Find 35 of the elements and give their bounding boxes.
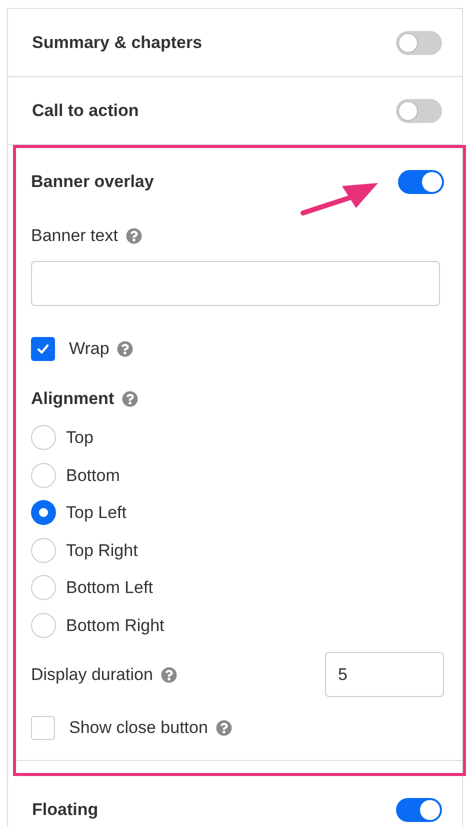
section-title: Banner overlay — [31, 171, 154, 194]
toggle-switch[interactable] — [396, 30, 442, 54]
group-title: Alignment — [31, 388, 114, 410]
checkbox[interactable] — [31, 716, 55, 740]
help-icon[interactable] — [160, 666, 177, 682]
radio-label: Bottom — [66, 464, 120, 486]
duration-field[interactable]: 5 — [325, 652, 444, 697]
radio-button[interactable] — [31, 575, 56, 600]
help-icon[interactable] — [126, 228, 142, 244]
help-icon[interactable] — [122, 391, 138, 407]
radio-button[interactable] — [31, 425, 56, 450]
radio-button[interactable] — [31, 462, 56, 488]
toggle-switch[interactable] — [398, 170, 444, 194]
help-icon[interactable] — [216, 720, 232, 736]
section-title: Floating — [32, 798, 98, 821]
check-icon — [36, 342, 50, 356]
checkbox-label: Show close button — [69, 717, 208, 740]
field-label: Banner text — [31, 225, 118, 248]
section-title: Summary & chapters — [32, 32, 202, 54]
help-icon[interactable] — [117, 341, 134, 357]
toggle-switch[interactable] — [396, 98, 442, 122]
radio-label: Top — [66, 427, 94, 449]
banner-text-field[interactable] — [31, 261, 440, 306]
radio-label: Top Right — [66, 540, 138, 562]
checkbox-label: Wrap — [69, 338, 110, 360]
field-label: Display duration — [31, 664, 153, 686]
checkbox[interactable] — [31, 337, 55, 361]
radio-button[interactable] — [31, 538, 56, 563]
radio-button[interactable] — [31, 612, 56, 638]
radio-label: Bottom Left — [66, 577, 153, 599]
toggle-switch[interactable] — [396, 798, 442, 822]
radio-button[interactable] — [31, 500, 56, 526]
radio-label: Top Left — [66, 502, 126, 524]
section-title: Call to action — [32, 100, 139, 122]
radio-label: Bottom Right — [66, 614, 164, 636]
